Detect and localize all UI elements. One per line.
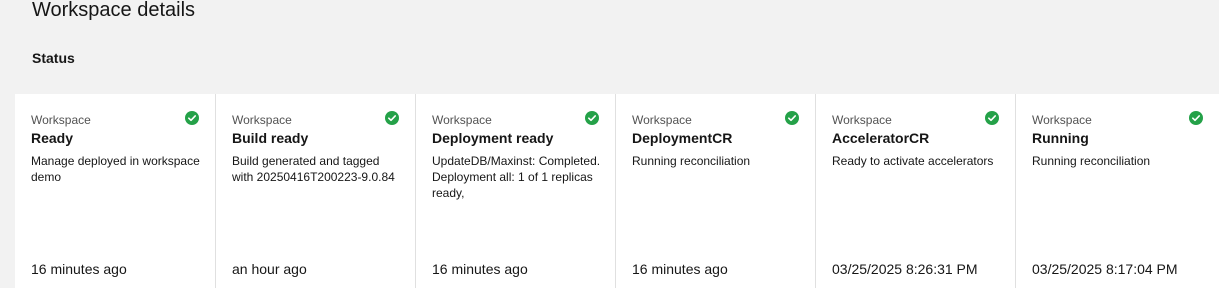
card-timestamp: 16 minutes ago bbox=[31, 261, 127, 277]
card-label: Workspace bbox=[832, 113, 892, 127]
card-status: Deployment ready bbox=[432, 130, 554, 146]
card-description: Running reconciliation bbox=[632, 154, 751, 168]
card-label: Workspace bbox=[1032, 113, 1092, 127]
page-title: Workspace details bbox=[32, 0, 196, 21]
card-label: Workspace bbox=[632, 113, 692, 127]
status-card-acceleratorcr: Workspace AcceleratorCR Ready to activat… bbox=[816, 94, 1016, 288]
card-timestamp: 03/25/2025 8:17:04 PM bbox=[1032, 261, 1178, 277]
checkmark-filled-icon bbox=[785, 111, 799, 125]
card-label: Workspace bbox=[31, 113, 91, 127]
card-description: UpdateDB/Maxinst: Completed. Deployment … bbox=[432, 154, 601, 200]
checkmark-filled-icon bbox=[585, 111, 599, 125]
checkmark-filled-icon bbox=[185, 111, 199, 125]
status-card-build-ready: Workspace Build ready Build generated an… bbox=[216, 94, 416, 288]
card-status: AcceleratorCR bbox=[832, 130, 930, 146]
status-card-running: Workspace Running Running reconciliation… bbox=[1016, 94, 1219, 288]
status-card-ready: Workspace Ready Manage deployed in works… bbox=[15, 94, 216, 288]
card-label: Workspace bbox=[432, 113, 492, 127]
card-status: Running bbox=[1032, 130, 1089, 146]
status-cards: Workspace Ready Manage deployed in works… bbox=[15, 94, 1219, 288]
card-timestamp: 03/25/2025 8:26:31 PM bbox=[832, 261, 978, 277]
card-status: Ready bbox=[31, 130, 74, 146]
checkmark-filled-icon bbox=[385, 111, 399, 125]
card-description: Running reconciliation bbox=[1032, 154, 1151, 168]
card-description: Ready to activate accelerators bbox=[832, 154, 994, 168]
card-description: Build generated and tagged with 20250416… bbox=[232, 154, 395, 184]
card-timestamp: 16 minutes ago bbox=[632, 261, 728, 277]
card-description: Manage deployed in workspace demo bbox=[31, 154, 200, 184]
status-section-title: Status bbox=[32, 50, 75, 66]
card-timestamp: an hour ago bbox=[232, 261, 307, 277]
card-label: Workspace bbox=[232, 113, 292, 127]
card-timestamp: 16 minutes ago bbox=[432, 261, 528, 277]
card-status: DeploymentCR bbox=[632, 130, 733, 146]
status-card-deploymentcr: Workspace DeploymentCR Running reconcili… bbox=[616, 94, 816, 288]
checkmark-filled-icon bbox=[1189, 111, 1203, 125]
checkmark-filled-icon bbox=[985, 111, 999, 125]
card-status: Build ready bbox=[232, 130, 309, 146]
status-card-deployment-ready: Workspace Deployment ready UpdateDB/Maxi… bbox=[416, 94, 616, 288]
